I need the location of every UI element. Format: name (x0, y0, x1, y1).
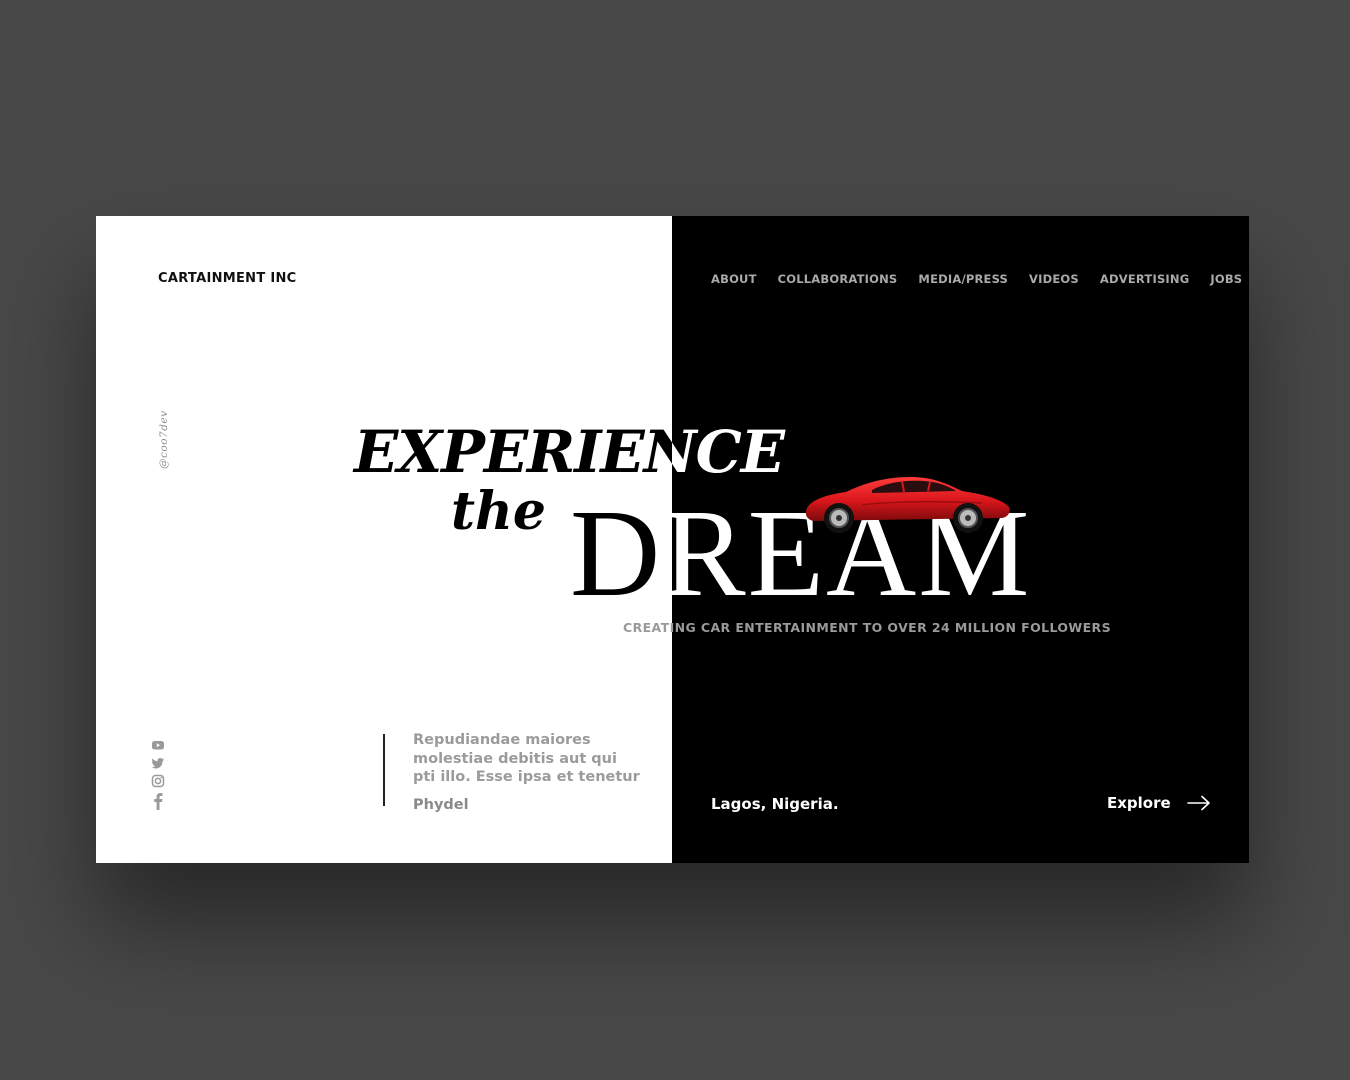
red-sports-car-image (805, 477, 1010, 533)
nav-media-press[interactable]: MEDIA/PRESS (918, 272, 1008, 286)
nav-videos[interactable]: VIDEOS (1029, 272, 1079, 286)
headline-experience: EXPERIENCE (354, 418, 785, 486)
nav-advertising[interactable]: ADVERTISING (1100, 272, 1190, 286)
nav-collaborations[interactable]: COLLABORATIONS (778, 272, 898, 286)
explore-button[interactable]: Explore (1107, 794, 1211, 812)
nav-about[interactable]: ABOUT (711, 272, 757, 286)
arrow-right-icon (1186, 795, 1210, 811)
main-nav: ABOUT COLLABORATIONS MEDIA/PRESS VIDEOS … (711, 272, 1242, 286)
youtube-icon[interactable] (151, 738, 165, 752)
explore-label: Explore (1107, 794, 1171, 812)
social-handle: @coo7dev (158, 410, 170, 469)
testimonial-quote: Repudiandae maiores molestiae debitis au… (413, 732, 640, 785)
brand-logo[interactable]: CARTAINMENT INC (158, 271, 297, 286)
hero-tagline: CREATING CAR ENTERTAINMENT TO OVER 24 MI… (623, 620, 1111, 635)
social-links (151, 738, 167, 814)
twitter-icon[interactable] (151, 756, 165, 770)
location-label: Lagos, Nigeria. (711, 795, 839, 813)
facebook-icon[interactable] (151, 792, 165, 810)
instagram-icon[interactable] (151, 774, 165, 788)
headline-dream-first: D (570, 485, 663, 623)
hero-card: CARTAINMENT INC ABOUT COLLABORATIONS MED… (96, 216, 1249, 863)
headline-the: the (451, 481, 546, 542)
testimonial-author: Phydel (413, 797, 469, 813)
quote-divider (383, 734, 385, 806)
nav-jobs[interactable]: JOBS (1210, 272, 1242, 286)
